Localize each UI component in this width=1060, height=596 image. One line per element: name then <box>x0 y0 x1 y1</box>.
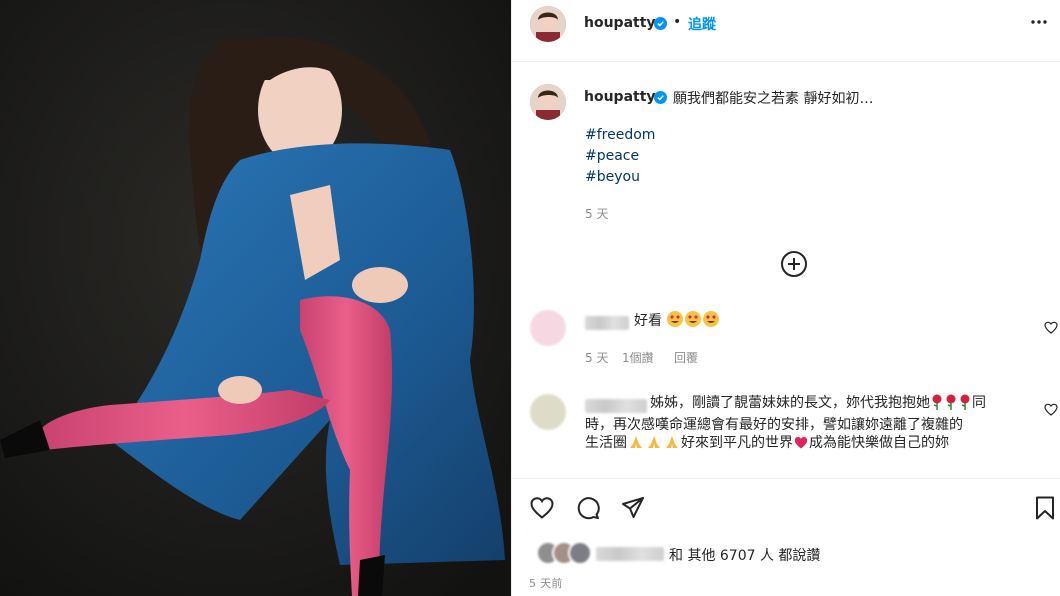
add-circle-icon[interactable] <box>780 250 808 278</box>
comment-line: 生活圈 <box>585 435 627 451</box>
heart-eyes-emoji-icon <box>685 311 702 327</box>
post-photo[interactable] <box>0 0 511 596</box>
hashtag-peace[interactable]: #peace <box>585 148 639 164</box>
share-icon[interactable] <box>620 495 646 521</box>
folded-hands-emoji-icon <box>648 436 660 448</box>
comment-time: 5 天 <box>585 351 609 365</box>
verified-badge-icon <box>654 17 667 30</box>
action-bar: 和 其他 6707 人 都說讚 5 天前 <box>512 478 1060 596</box>
comment-likes[interactable]: 1個讚 <box>622 349 654 366</box>
folded-hands-emoji-icon <box>666 436 678 448</box>
comment-icon[interactable] <box>575 495 601 521</box>
folded-hands-emoji-icon <box>630 436 642 448</box>
post-details-panel: houpatty • 追蹤 houpatty 願我們都能安之若素 靜好如初… #… <box>511 0 1060 596</box>
rose-emoji-icon <box>932 394 942 410</box>
author-username[interactable]: houpatty <box>584 15 656 31</box>
post-timestamp: 5 天前 <box>529 577 563 590</box>
separator-dot: • <box>673 14 682 30</box>
caption-time: 5 天 <box>585 207 609 221</box>
comment-line: 姊姊，剛讀了靚蕾妹妹的長文，妳代我抱抱她 <box>650 395 930 411</box>
comment-text: 生活圈 好來到平凡的世界 成為能快樂做自己的妳 <box>585 432 1025 454</box>
caption-avatar[interactable] <box>530 84 566 120</box>
comment-avatar[interactable] <box>530 310 566 346</box>
rose-emoji-icon <box>960 394 970 410</box>
reply-button[interactable]: 回覆 <box>674 349 698 366</box>
likes-summary[interactable]: 和 其他 6707 人 都說讚 <box>669 545 820 565</box>
liker-avatar[interactable] <box>568 541 592 565</box>
comment-line: 成為能快樂做自己的妳 <box>809 435 949 451</box>
post-header: houpatty • 追蹤 <box>512 0 1060 62</box>
liker-username-blurred[interactable] <box>596 547 664 561</box>
follow-button[interactable]: 追蹤 <box>688 14 716 34</box>
caption-username[interactable]: houpatty <box>584 89 656 105</box>
comment-text: 姊姊，剛讀了靚蕾妹妹的長文，妳代我抱抱她 同 <box>650 392 1030 414</box>
post-photo-image <box>0 0 511 596</box>
verified-badge-icon <box>654 91 667 104</box>
hashtag-beyou[interactable]: #beyou <box>585 169 640 185</box>
red-heart-emoji-icon <box>794 437 808 449</box>
more-options-icon[interactable] <box>1029 12 1049 32</box>
heart-eyes-emoji-icon <box>703 311 720 327</box>
bookmark-icon[interactable] <box>1032 495 1058 521</box>
comment-username-blurred[interactable] <box>585 316 629 330</box>
comment-text: 好看 <box>634 310 720 332</box>
comment-body: 好看 <box>634 313 662 329</box>
comment-like-heart-icon[interactable] <box>1044 321 1058 335</box>
comment-line: 好來到平凡的世界 <box>681 435 793 451</box>
caption-text: 願我們都能安之若素 靜好如初… <box>673 91 874 107</box>
comment-like-heart-icon[interactable] <box>1044 403 1058 417</box>
author-avatar[interactable] <box>530 6 566 42</box>
comment-avatar[interactable] <box>530 394 566 430</box>
heart-icon[interactable] <box>529 495 555 521</box>
comment-line: 時，再次感嘆命運總會有最好的安排，譬如讓妳遠離了複雜的 <box>585 417 963 433</box>
comment-line: 同 <box>972 395 986 411</box>
comment-username-blurred[interactable] <box>585 399 647 413</box>
hashtag-freedom[interactable]: #freedom <box>585 127 655 143</box>
rose-emoji-icon <box>946 394 956 410</box>
heart-eyes-emoji-icon <box>667 311 684 327</box>
